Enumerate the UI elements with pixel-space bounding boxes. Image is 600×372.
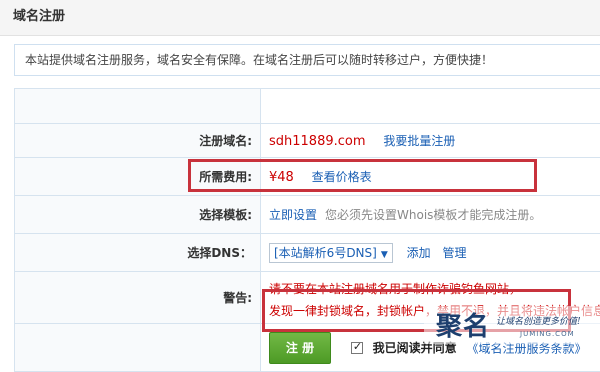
dns-selected-value: [本站解析6号DNS] — [274, 246, 377, 260]
manage-dns-link[interactable]: 管理 — [442, 246, 466, 260]
dns-row: 选择DNS： [本站解析6号DNS] ▼ 添加 管理 — [15, 234, 600, 272]
batch-register-link[interactable]: 我要批量注册 — [383, 134, 455, 148]
info-notice: 本站提供域名注册服务，域名安全有保障。在域名注册后可以随时转移过户，方便快捷！ — [14, 44, 600, 76]
template-label: 选择模板: — [15, 196, 261, 234]
agree-checkbox[interactable]: ✓ — [351, 342, 363, 354]
page-title: 域名注册 — [0, 0, 600, 36]
warning-label: 警告: — [15, 272, 261, 324]
domain-label: 注册域名: — [15, 124, 261, 158]
check-icon: ✓ — [353, 340, 362, 353]
warning-line-1: 请不要在本站注册域名用于制作诈骗钓鱼网站， — [269, 278, 600, 300]
watermark-url: JUMING.COM — [520, 330, 575, 338]
price-table-link[interactable]: 查看价格表 — [312, 170, 372, 184]
template-row: 选择模板: 立即设置您必须先设置Whois模板才能完成注册。 — [15, 196, 600, 234]
domain-row: 注册域名: sdh11889.com 我要批量注册 — [15, 124, 600, 158]
fee-row: 所需费用: ¥48 查看价格表 — [15, 158, 600, 196]
chevron-down-icon: ▼ — [381, 250, 388, 260]
template-hint: 您必须先设置Whois模板才能完成注册。 — [325, 208, 541, 222]
register-button[interactable]: 注 册 — [269, 332, 331, 364]
form-spacer-row — [15, 89, 600, 124]
watermark: 聚名 让域名创造更多价值! JUMING.COM — [424, 306, 600, 344]
fee-label: 所需费用: — [15, 158, 261, 196]
dns-select[interactable]: [本站解析6号DNS] ▼ — [269, 243, 393, 263]
price-value: ¥48 — [269, 170, 294, 185]
watermark-slogan: 让域名创造更多价值! — [496, 314, 581, 327]
watermark-logo: 聚名 — [436, 306, 490, 343]
add-dns-link[interactable]: 添加 — [407, 246, 431, 260]
dns-label: 选择DNS： — [15, 234, 261, 272]
domain-name-value: sdh11889.com — [269, 134, 366, 149]
setup-template-link[interactable]: 立即设置 — [269, 208, 317, 222]
